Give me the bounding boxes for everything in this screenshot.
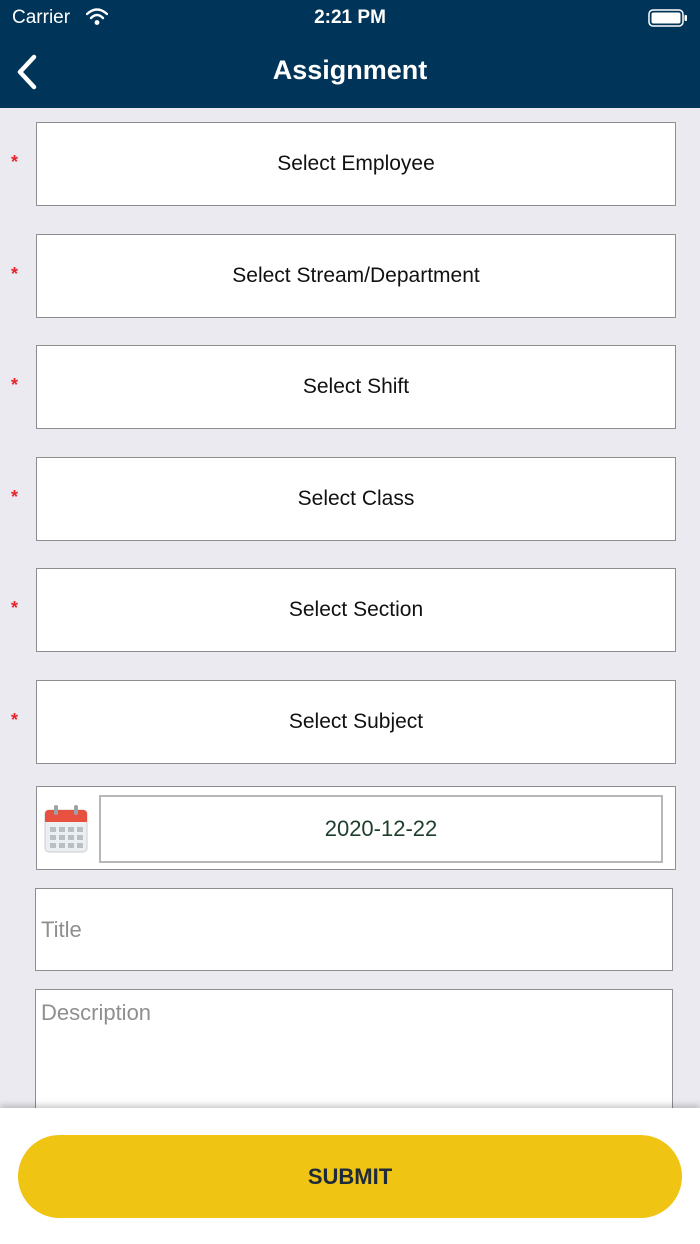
required-marker: * — [11, 375, 19, 395]
navigation-bar: Assignment — [0, 36, 700, 108]
bottom-action-panel: SUBMIT — [0, 1108, 700, 1244]
employee-selector-row: * Select Employee — [0, 122, 700, 206]
date-field[interactable]: 2020-12-22 — [99, 795, 663, 863]
section-selector-row: * Select Section — [0, 568, 700, 652]
title-input[interactable] — [35, 888, 673, 971]
subject-selector-row: * Select Subject — [0, 680, 700, 764]
select-section-button[interactable]: Select Section — [36, 568, 676, 652]
stream-selector-row: * Select Stream/Department — [0, 234, 700, 318]
select-stream-department-button[interactable]: Select Stream/Department — [36, 234, 676, 318]
required-marker: * — [11, 710, 19, 730]
select-shift-button[interactable]: Select Shift — [36, 345, 676, 429]
clock-time: 2:21 PM — [314, 7, 386, 28]
submit-button[interactable]: SUBMIT — [18, 1135, 682, 1218]
date-picker-row: 2020-12-22 — [36, 786, 676, 870]
status-bar: Carrier 2:21 PM — [0, 0, 700, 36]
required-marker: * — [11, 264, 19, 284]
page-title: Assignment — [272, 55, 428, 85]
battery-icon — [648, 9, 687, 27]
required-marker: * — [11, 152, 19, 172]
select-subject-button[interactable]: Select Subject — [36, 680, 676, 764]
select-employee-button[interactable]: Select Employee — [36, 122, 676, 206]
required-marker: * — [11, 598, 19, 618]
class-selector-row: * Select Class — [0, 457, 700, 541]
calendar-icon[interactable] — [44, 805, 88, 853]
select-class-button[interactable]: Select Class — [36, 457, 676, 541]
shift-selector-row: * Select Shift — [0, 345, 700, 429]
required-marker: * — [11, 487, 19, 507]
